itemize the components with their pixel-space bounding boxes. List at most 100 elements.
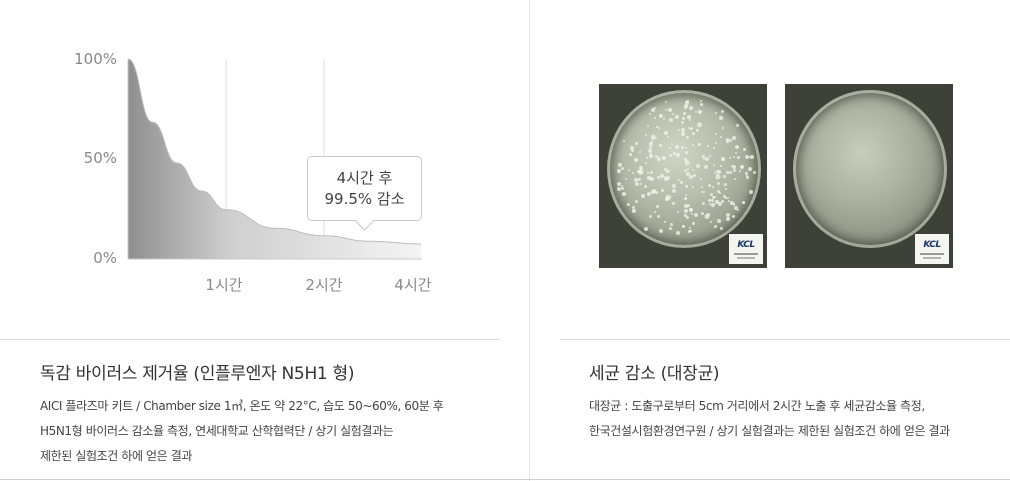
colony-dot: [684, 185, 688, 189]
bacteria-reduction-description: 대장균 : 도출구로부터 5cm 거리에서 2시간 노출 후 세균감소율 측정,…: [589, 394, 950, 444]
colony-dot: [671, 201, 675, 205]
colony-dot: [657, 126, 660, 129]
colony-dot: [668, 108, 673, 113]
colony-dot: [674, 144, 679, 149]
petri-dish-after-photo: KCL: [785, 84, 953, 268]
colony-dot: [719, 136, 722, 139]
petri-dish-before-photo: KCL: [599, 84, 767, 268]
colony-dot: [645, 134, 648, 137]
colony-dot: [721, 200, 725, 204]
colony-dot: [748, 155, 751, 158]
colony-dot: [713, 164, 716, 167]
colony-dot: [684, 101, 689, 106]
colony-dot: [692, 132, 696, 136]
colony-dot: [735, 123, 739, 127]
colony-dot: [711, 203, 716, 208]
colony-dot: [732, 135, 737, 140]
colony-dot: [740, 165, 743, 168]
colony-dot: [676, 153, 681, 158]
colony-dot: [666, 170, 669, 173]
colony-dot: [753, 170, 757, 174]
colony-dot: [722, 126, 725, 129]
virus-removal-title: 독감 바이러스 제거율 (인플루엔자 N5H1 형): [40, 364, 355, 384]
colony-dot: [676, 231, 681, 235]
colony-dot: [646, 191, 651, 196]
colony-dot: [654, 117, 657, 120]
description-line: H5N1형 바이러스 감소율 측정, 연세대학교 산학협력단 / 상기 실험결과…: [40, 424, 394, 438]
colony-dot: [669, 154, 673, 158]
colony-dot: [671, 188, 676, 193]
colony-dot: [711, 185, 714, 188]
colony-dot: [743, 201, 746, 204]
colony-dot: [635, 181, 640, 186]
colony-dot: [681, 225, 684, 228]
colony-dot: [702, 190, 705, 193]
colony-dot: [695, 129, 699, 133]
colony-dot: [647, 125, 650, 128]
colony-dot: [717, 169, 722, 174]
colony-dot: [715, 174, 718, 177]
colony-dot: [748, 166, 753, 171]
colony-dot: [625, 178, 628, 181]
kcl-logo: KCL: [915, 234, 949, 264]
colony-dot: [698, 142, 702, 146]
colony-dot: [621, 166, 625, 170]
colony-dot: [692, 174, 696, 178]
section-divider: [560, 339, 1010, 340]
colony-dot: [706, 213, 710, 217]
colony-dot: [654, 210, 657, 213]
description-line: 한국건설시험환경연구원 / 상기 실험결과는 제한된 실험조건 하에 얻은 결과: [589, 424, 950, 438]
colony-dot: [727, 141, 730, 144]
colony-dot: [729, 157, 732, 160]
colony-dot: [709, 155, 712, 158]
colony-dot: [628, 168, 631, 171]
colony-dot: [663, 221, 666, 224]
colony-dot: [689, 207, 693, 211]
colony-dot: [712, 196, 716, 200]
colony-dot: [658, 228, 663, 233]
colony-dot: [695, 163, 700, 168]
colony-dot: [644, 226, 649, 231]
colony-dot: [692, 168, 695, 171]
colony-dot: [671, 184, 676, 189]
colony-dot: [641, 194, 646, 199]
colony-dot: [684, 208, 689, 213]
colony-dot: [679, 180, 683, 184]
colony-dot: [708, 183, 712, 187]
colony-dot: [617, 187, 622, 192]
colony-dot: [645, 157, 648, 160]
colony-dot: [634, 141, 638, 145]
colony-dot: [634, 158, 639, 163]
colony-dot: [664, 131, 669, 136]
colony-dot: [687, 229, 691, 233]
colony-dot: [639, 166, 644, 171]
colony-dot: [631, 205, 635, 209]
virus-removal-panel: 100% 50% 0% 1시간 2시간 4시간 4시간 후 99.5% 감소 독감 바이러…: [0, 0, 529, 481]
colony-dot: [714, 224, 718, 228]
colony-dot: [647, 171, 650, 174]
colony-dot: [689, 105, 694, 110]
colony-dot: [644, 185, 648, 189]
virus-removal-description: AICI 플라즈마 키트 / Chamber size 1㎥, 온도 약 22°…: [40, 394, 444, 469]
colony-dot: [622, 192, 627, 197]
colony-dot: [694, 110, 697, 113]
colony-dot: [654, 107, 657, 110]
colony-dot: [686, 114, 691, 119]
colony-dot: [686, 168, 689, 171]
y-tick-label: 100%: [74, 50, 117, 68]
colony-dot: [714, 133, 717, 136]
colony-dot: [732, 156, 735, 159]
colony-dot: [668, 117, 673, 122]
colony-dot: [666, 135, 669, 138]
colony-dot: [684, 196, 688, 200]
colony-dot: [711, 198, 715, 202]
colony-dot: [660, 188, 664, 192]
colony-dot: [639, 183, 642, 186]
colony-dot: [654, 137, 657, 140]
colony-dot: [719, 115, 724, 120]
colony-dot: [681, 117, 685, 121]
colony-dot: [665, 197, 670, 202]
colony-dot: [631, 209, 636, 214]
x-tick-label: 4시간: [394, 276, 431, 294]
logo-fine-print: [734, 253, 758, 255]
